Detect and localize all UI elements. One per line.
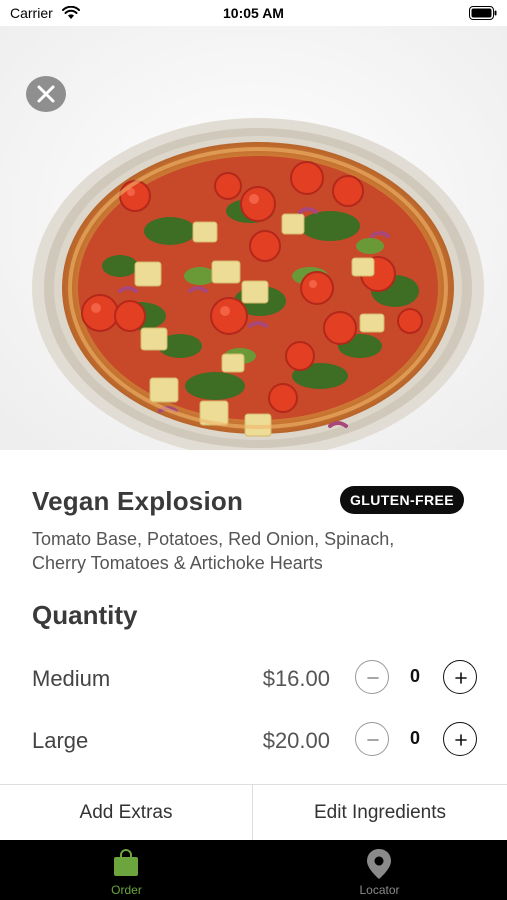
- decrease-medium-button[interactable]: [355, 660, 389, 694]
- add-extras-button[interactable]: Add Extras: [0, 785, 253, 841]
- increase-large-button[interactable]: [443, 722, 477, 756]
- size-row-large: Large $20.00 0: [0, 720, 507, 760]
- large-quantity-value: 0: [409, 728, 420, 748]
- product-title: Vegan Explosion: [32, 486, 244, 516]
- decrease-large-button[interactable]: [355, 722, 389, 756]
- increase-medium-button[interactable]: [443, 660, 477, 694]
- tab-label: Locator: [359, 883, 400, 897]
- action-bar: Add Extras Edit Ingredients: [0, 784, 507, 841]
- quantity-heading: Quantity: [32, 600, 138, 630]
- status-bar: Carrier 10:05 AM: [0, 0, 507, 26]
- minus-icon: [367, 739, 379, 741]
- edit-ingredients-button[interactable]: Edit Ingredients: [253, 785, 507, 841]
- tab-bar: Order Locator: [0, 840, 507, 900]
- plus-icon: [455, 672, 467, 684]
- size-price: $20.00: [262, 728, 330, 753]
- size-label: Medium: [32, 666, 111, 691]
- plus-icon: [455, 734, 467, 746]
- size-label: Large: [32, 728, 89, 753]
- tab-label: Order: [111, 883, 142, 897]
- minus-icon: [367, 677, 379, 679]
- size-row-medium: Medium $16.00 0: [0, 658, 507, 698]
- tab-locator[interactable]: Locator: [253, 840, 506, 900]
- product-ingredients: Tomato Base, Potatoes, Red Onion, Spinac…: [32, 529, 395, 573]
- pizza-image: [0, 26, 507, 450]
- tab-order[interactable]: Order: [0, 840, 253, 900]
- close-button[interactable]: [26, 76, 66, 112]
- product-image: [0, 26, 507, 450]
- medium-quantity-value: 0: [409, 666, 420, 686]
- location-pin-icon: [367, 849, 391, 879]
- battery-icon: [469, 6, 497, 25]
- size-price: $16.00: [262, 666, 330, 691]
- gluten-free-badge: GLUTEN-FREE: [340, 486, 464, 514]
- close-icon: [37, 85, 55, 103]
- shopping-bag-icon: [114, 849, 138, 876]
- status-time: 10:05 AM: [223, 5, 284, 21]
